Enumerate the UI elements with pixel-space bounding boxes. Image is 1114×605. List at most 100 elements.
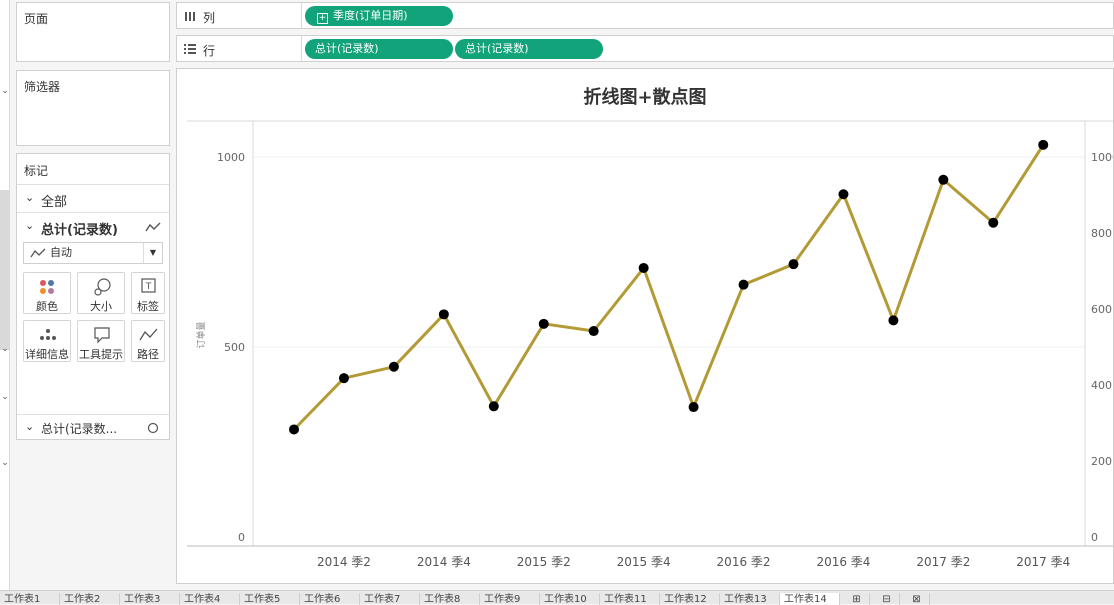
- tooltip-icon: [94, 327, 110, 344]
- marks-panel: 标记 ⌄ 全部 ⌄ 总计(记录数) 自动 ▼ 颜色 大小 T 标签 详细信息 工…: [16, 153, 170, 440]
- x-tick-label: 2017 季4: [1016, 555, 1070, 569]
- path-button[interactable]: 路径: [131, 320, 165, 362]
- data-point[interactable]: [688, 402, 699, 413]
- rows-pill-1-label: 总计(记录数): [315, 42, 379, 55]
- pages-panel-title: 页面: [24, 12, 49, 26]
- circle-mark-icon: [147, 422, 159, 434]
- data-point[interactable]: [1038, 139, 1049, 150]
- color-button[interactable]: 颜色: [23, 272, 71, 314]
- strip-scroll-thumb[interactable]: [0, 190, 10, 350]
- color-dots-icon: [40, 280, 54, 294]
- data-point[interactable]: [838, 189, 849, 200]
- expand-plus-icon[interactable]: +: [317, 13, 328, 24]
- marks-all-label: 全部: [41, 195, 68, 210]
- new-dashboard-icon[interactable]: ⊟: [870, 593, 900, 605]
- rows-pill-2[interactable]: 总计(记录数): [455, 39, 603, 59]
- sheet-tab[interactable]: 工作表8: [420, 593, 480, 605]
- chevron-down-icon[interactable]: ⌄: [25, 420, 34, 433]
- columns-pill[interactable]: + 季度(订单日期): [305, 6, 453, 26]
- series-line[interactable]: [292, 143, 1045, 431]
- path-button-label: 路径: [137, 348, 159, 361]
- svg-text:T: T: [145, 282, 152, 292]
- sheet-tab[interactable]: 工作表7: [360, 593, 420, 605]
- right-tick-label: 400: [1091, 379, 1112, 392]
- x-tick-label: 2014 季2: [317, 555, 371, 569]
- left-tick-label: 500: [224, 341, 245, 354]
- detail-icon: [40, 329, 56, 340]
- data-point[interactable]: [338, 373, 349, 384]
- size-button[interactable]: 大小: [77, 272, 125, 314]
- data-point[interactable]: [888, 315, 899, 326]
- columns-icon: [185, 12, 195, 21]
- right-tick-label: 800: [1091, 227, 1112, 240]
- data-point[interactable]: [289, 424, 299, 435]
- x-tick-label: 2017 季2: [916, 555, 970, 569]
- right-tick-label: 600: [1091, 303, 1112, 316]
- left-tick-label: 1000: [217, 151, 245, 164]
- data-point[interactable]: [638, 262, 649, 273]
- data-point[interactable]: [988, 217, 999, 228]
- size-icon: [94, 278, 111, 296]
- label-icon: T: [141, 278, 156, 293]
- marks-measure1-row[interactable]: ⌄ 总计(记录数): [17, 212, 169, 241]
- sheet-tab[interactable]: 工作表1: [0, 593, 60, 605]
- data-point[interactable]: [738, 279, 749, 290]
- sheet-tab[interactable]: 工作表14: [780, 593, 840, 605]
- detail-button-label: 详细信息: [25, 348, 69, 361]
- data-point[interactable]: [388, 361, 399, 372]
- chevron-down-icon[interactable]: ⌄: [0, 458, 10, 468]
- data-point[interactable]: [938, 174, 949, 185]
- marks-measure2-row[interactable]: ⌄ 总计(记录数...: [17, 414, 169, 441]
- sheet-tab[interactable]: 工作表10: [540, 593, 600, 605]
- chevron-down-icon[interactable]: ⌄: [25, 219, 34, 232]
- new-sheet-icon[interactable]: ⊞: [840, 593, 870, 605]
- chevron-down-icon[interactable]: ⌄: [25, 191, 34, 204]
- x-tick-label: 2016 季4: [816, 555, 870, 569]
- chart-view[interactable]: 折线图+散点图 0500100002004006008001000订单量2014…: [176, 68, 1114, 584]
- data-point[interactable]: [588, 326, 599, 337]
- columns-shelf-label: 列: [203, 11, 216, 25]
- line-mark-icon: [145, 222, 161, 232]
- marks-all-row[interactable]: ⌄ 全部: [17, 184, 169, 213]
- sheet-tab[interactable]: 工作表11: [600, 593, 660, 605]
- chevron-down-icon[interactable]: ⌄: [0, 344, 10, 354]
- rows-pill-2-label: 总计(记录数): [465, 42, 529, 55]
- sheet-tab[interactable]: 工作表4: [180, 593, 240, 605]
- data-point[interactable]: [788, 259, 799, 270]
- sheet-tab[interactable]: 工作表12: [660, 593, 720, 605]
- rows-icon: [184, 44, 196, 54]
- x-tick-label: 2016 季2: [717, 555, 771, 569]
- filters-panel[interactable]: 筛选器: [16, 70, 170, 146]
- sheet-tab[interactable]: 工作表5: [240, 593, 300, 605]
- sheet-tab[interactable]: 工作表2: [60, 593, 120, 605]
- sheet-tab[interactable]: 工作表6: [300, 593, 360, 605]
- rows-shelf[interactable]: 行 总计(记录数) 总计(记录数): [176, 35, 1114, 62]
- detail-button[interactable]: 详细信息: [23, 320, 71, 362]
- marks-measure2-label: 总计(记录数...: [41, 422, 118, 436]
- sheet-tab[interactable]: 工作表3: [120, 593, 180, 605]
- new-story-icon[interactable]: ⊠: [900, 593, 930, 605]
- size-button-label: 大小: [90, 300, 112, 313]
- data-point[interactable]: [438, 309, 449, 320]
- color-button-label: 颜色: [36, 300, 58, 313]
- label-button-label: 标签: [137, 300, 159, 313]
- dropdown-arrow-icon[interactable]: ▼: [143, 243, 162, 263]
- columns-shelf[interactable]: 列 + 季度(订单日期): [176, 2, 1114, 29]
- tooltip-button[interactable]: 工具提示: [77, 320, 125, 362]
- sheet-tab[interactable]: 工作表9: [480, 593, 540, 605]
- label-button[interactable]: T 标签: [131, 272, 165, 314]
- pages-panel[interactable]: 页面: [16, 2, 170, 62]
- sheet-tab[interactable]: 工作表13: [720, 593, 780, 605]
- right-tick-label: 200: [1091, 455, 1112, 468]
- sheet-tab-bar: 工作表1 工作表2 工作表3 工作表4 工作表5 工作表6 工作表7 工作表8 工作表9 工作表1…: [0, 590, 1114, 605]
- chevron-down-icon[interactable]: ⌄: [0, 86, 10, 96]
- data-point[interactable]: [538, 318, 549, 329]
- mark-type-dropdown[interactable]: 自动 ▼: [23, 242, 163, 264]
- chevron-down-icon[interactable]: ⌄: [0, 392, 10, 402]
- filters-panel-title: 筛选器: [24, 80, 61, 94]
- shelf-divider: [301, 36, 302, 61]
- left-collapsed-strip: ⌄ ⌄ ⌄ ⌄: [0, 0, 10, 590]
- rows-pill-1[interactable]: 总计(记录数): [305, 39, 453, 59]
- data-point[interactable]: [488, 401, 499, 412]
- marks-panel-title: 标记: [24, 164, 49, 178]
